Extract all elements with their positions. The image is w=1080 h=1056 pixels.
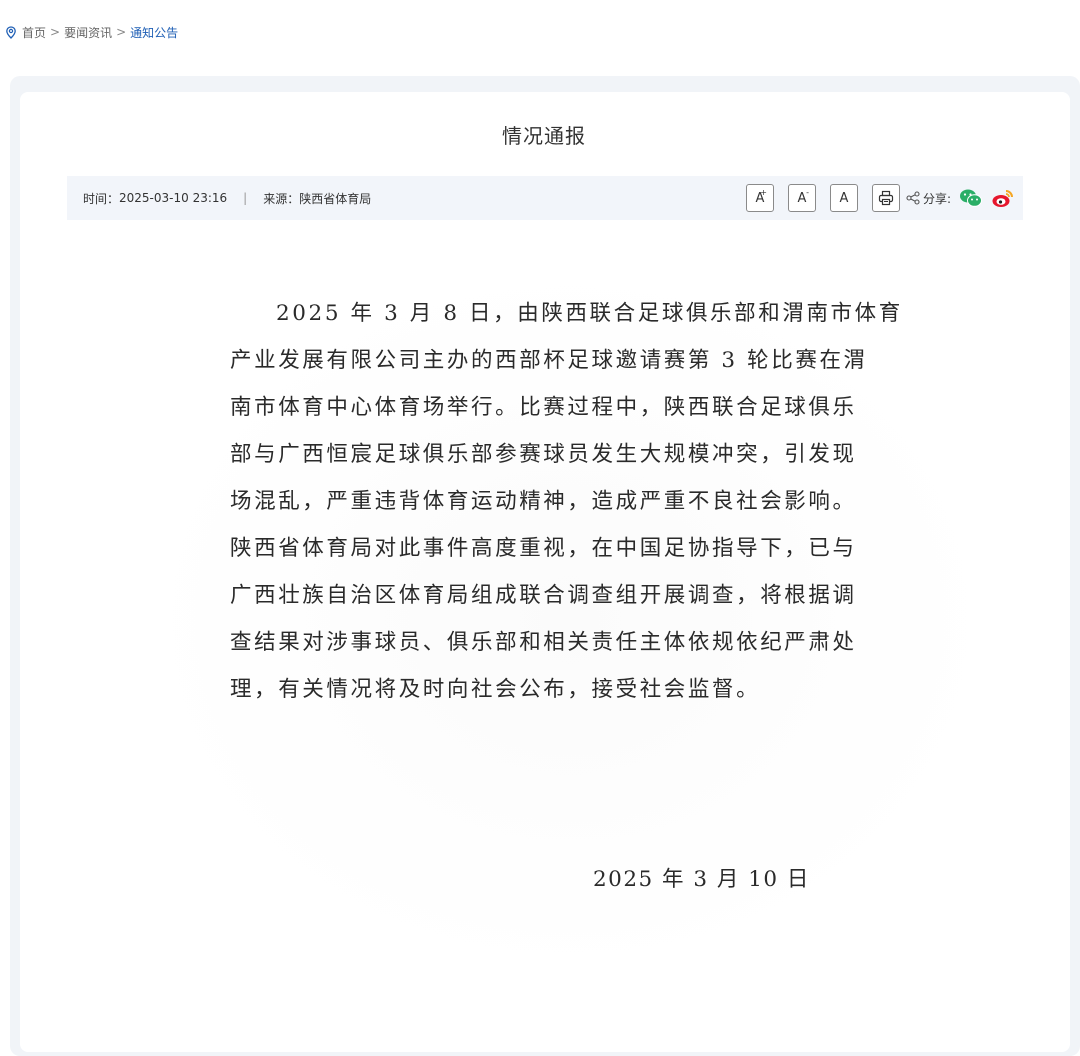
article-meta-bar: 时间： 2025-03-10 23:16 | 来源： 陕西省体育局 A + A- … — [67, 176, 1023, 220]
body-line: 广西壮族自治区体育局组成联合调查组开展调查，将根据调 — [230, 583, 857, 608]
source-value: 陕西省体育局 — [299, 191, 372, 206]
font-smaller-label: A — [797, 190, 807, 206]
body-line: 2025 年 3 月 8 日，由陕西联合足球俱乐部和渭南市体育 — [276, 301, 903, 326]
location-pin-icon — [4, 25, 18, 39]
share-icon — [906, 191, 920, 205]
breadcrumb-separator: > — [116, 25, 127, 39]
body-line: 部与广西恒宸足球俱乐部参赛球员发生大规模冲突，引发现 — [230, 442, 857, 467]
weibo-share-icon[interactable] — [991, 187, 1015, 209]
breadcrumb-news-link[interactable]: 要闻资讯 — [64, 24, 112, 41]
breadcrumb: 首页 > 要闻资讯 > 通知公告 — [4, 22, 178, 42]
printer-icon — [878, 190, 894, 206]
breadcrumb-home-link[interactable]: 首页 — [22, 24, 46, 41]
share-text: 分享: — [922, 191, 951, 206]
font-larger-button[interactable]: A + — [745, 184, 774, 212]
font-reset-label: A — [839, 190, 849, 206]
article-title: 情况通报 — [502, 124, 586, 148]
time-value: 2025-03-10 23:16 — [119, 191, 228, 205]
share-label: 分享: — [906, 190, 951, 207]
article-body: 2025 年 3 月 8 日，由陕西联合足球俱乐部和渭南市体育 产业发展有限公司… — [230, 290, 903, 713]
body-line: 陕西省体育局对此事件高度重视，在中国足协指导下，已与 — [230, 536, 857, 561]
body-line: 南市体育中心体育场举行。比赛过程中，陕西联合足球俱乐 — [230, 395, 857, 420]
body-line: 查结果对涉事球员、俱乐部和相关责任主体依规依纪严肃处 — [230, 630, 857, 655]
print-button[interactable] — [871, 184, 900, 212]
meta-divider: | — [243, 191, 248, 205]
body-line: 理，有关情况将及时向社会公布，接受社会监督。 — [230, 677, 761, 702]
body-line: 场混乱，严重违背体育运动精神，造成严重不良社会影响。 — [230, 489, 857, 514]
breadcrumb-notices-link[interactable]: 通知公告 — [130, 24, 178, 41]
body-line: 产业发展有限公司主办的西部杯足球邀请赛第 3 轮比赛在渭 — [230, 348, 868, 373]
time-label: 时间： — [83, 191, 120, 206]
signature-date: 2025 年 3 月 10 日 — [593, 867, 810, 892]
wechat-share-icon[interactable] — [959, 188, 983, 208]
breadcrumb-separator: > — [50, 25, 61, 39]
font-reset-button[interactable]: A — [829, 184, 858, 212]
source-label: 来源： — [263, 191, 300, 206]
font-smaller-button[interactable]: A- — [787, 184, 816, 212]
